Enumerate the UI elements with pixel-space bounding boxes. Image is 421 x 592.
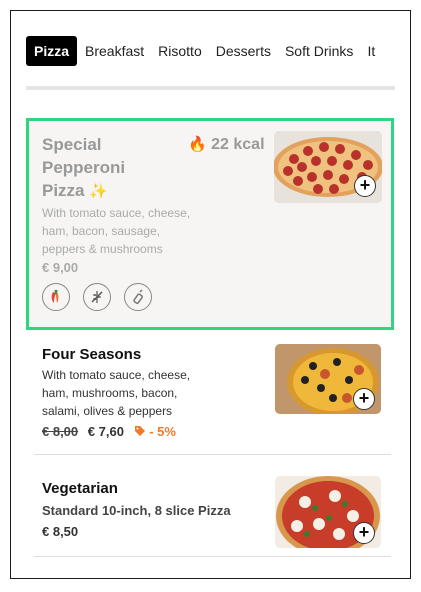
item-description-four-seasons: With tomato sauce, cheese, ham, mushroom…: [42, 368, 191, 418]
category-tabs: Pizza Breakfast Risotto Desserts Soft Drinks…: [26, 36, 421, 66]
add-special-button[interactable]: +: [354, 175, 376, 197]
item-price-vegetarian: € 8,50: [42, 524, 79, 539]
special-description: With tomato sauce, cheese, ham, bacon, s…: [42, 206, 191, 256]
item-title-four-seasons: Four Seasons: [42, 346, 142, 363]
tag-icon: [134, 426, 145, 436]
tab-pizza[interactable]: Pizza: [26, 36, 78, 66]
item-description-vegetarian: Standard 10-inch, 8 slice Pizza: [42, 503, 231, 518]
divider: [34, 556, 391, 557]
tabs-scroll-track: [26, 86, 395, 90]
tab-desserts[interactable]: Desserts: [216, 36, 271, 66]
current-price: € 7,60: [87, 424, 124, 439]
flame-icon: 🔥: [188, 136, 207, 153]
tab-partial[interactable]: It: [367, 36, 375, 66]
item-price-four-seasons: € 8,00 € 7,60 - 5%: [42, 424, 176, 439]
chili-icon: [42, 283, 70, 311]
add-vegetarian-button[interactable]: +: [353, 522, 375, 544]
sauce-bottle-icon: [124, 283, 152, 311]
tab-soft-drinks[interactable]: Soft Drinks: [285, 36, 353, 66]
add-four-seasons-button[interactable]: +: [353, 388, 375, 410]
special-pizza-card[interactable]: Special Pepperoni Pizza ✨ 🔥 22 kcal With…: [26, 118, 394, 330]
no-gluten-icon: [83, 283, 111, 311]
divider: [34, 454, 391, 455]
special-title: Special Pepperoni Pizza ✨: [42, 135, 126, 200]
tab-breakfast[interactable]: Breakfast: [85, 36, 144, 66]
item-title-vegetarian: Vegetarian: [42, 480, 118, 497]
discount-badge: - 5%: [134, 424, 176, 439]
sparkle-icon: ✨: [89, 183, 108, 200]
special-price: € 9,00: [42, 260, 79, 275]
vegetarian-image: +: [275, 476, 381, 548]
kcal-label: 🔥 22 kcal: [188, 136, 265, 153]
special-pizza-image: +: [274, 131, 382, 203]
old-price: € 8,00: [42, 424, 79, 439]
tab-risotto[interactable]: Risotto: [158, 36, 202, 66]
four-seasons-image: +: [275, 344, 381, 414]
